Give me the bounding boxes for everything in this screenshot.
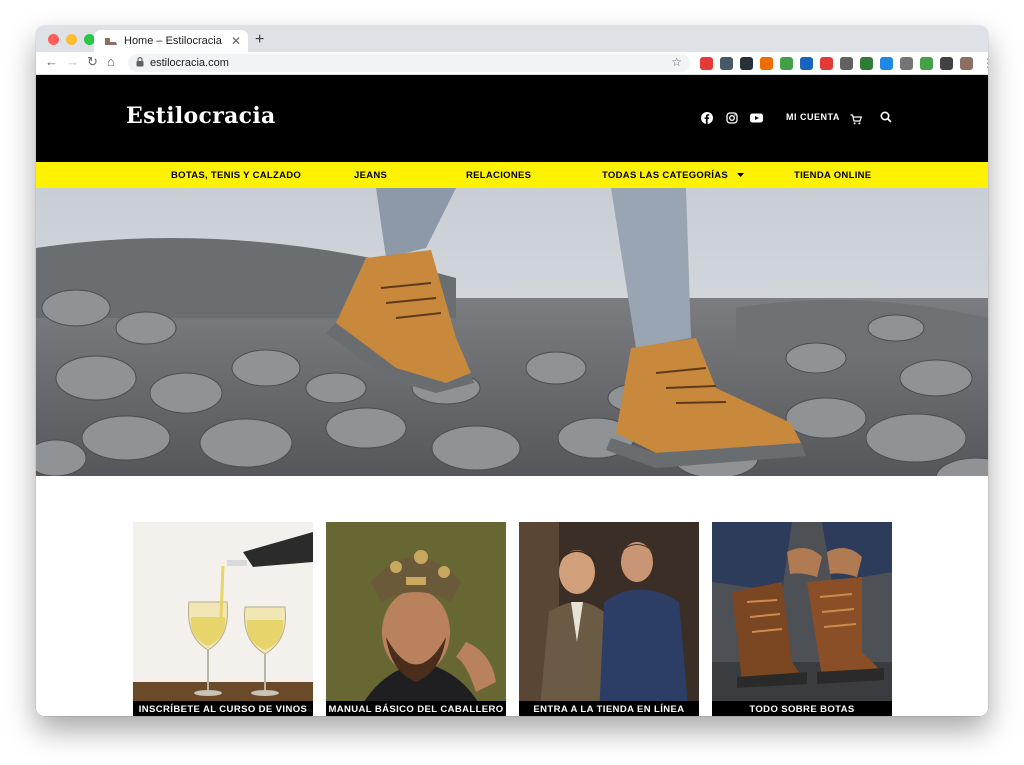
nav-item-tienda[interactable]: TIENDA ONLINE xyxy=(794,170,871,181)
lock-icon xyxy=(136,57,144,69)
site-logo[interactable]: Estilocracia xyxy=(126,103,276,129)
forward-icon[interactable]: → xyxy=(66,54,79,69)
search-icon[interactable] xyxy=(880,110,892,128)
extension-icon[interactable] xyxy=(920,56,933,70)
card-label: ENTRA A LA TIENDA EN LÍNEA xyxy=(519,701,699,716)
home-icon[interactable]: ⌂ xyxy=(107,54,115,69)
address-bar[interactable]: estilocracia.com ☆ xyxy=(128,54,690,72)
close-window-button[interactable] xyxy=(48,34,59,45)
extension-icon[interactable] xyxy=(960,56,973,70)
tailor-suit-image xyxy=(519,522,699,716)
my-account-link[interactable]: MI CUENTA xyxy=(786,112,840,122)
tab-strip: Home – Estilocracia ✕ + xyxy=(36,26,988,52)
extension-icon[interactable] xyxy=(880,56,893,70)
social-links xyxy=(700,111,763,124)
facebook-icon[interactable] xyxy=(700,111,713,124)
card-all-about-boots[interactable]: TODO SOBRE BOTAS xyxy=(712,522,892,716)
extension-icon[interactable] xyxy=(700,56,713,70)
nav-item-categorias[interactable]: TODAS LAS CATEGORÍAS xyxy=(602,170,744,181)
featured-cards: INSCRÍBETE AL CURSO DE VINOS MANUAL BÁSI… xyxy=(133,522,892,716)
card-label: TODO SOBRE BOTAS xyxy=(712,701,892,716)
extension-icon[interactable] xyxy=(860,56,873,70)
website: Estilocracia MI CUENTA BOTAS, TENIS Y CA… xyxy=(36,75,988,716)
site-header: Estilocracia MI CUENTA xyxy=(36,75,988,162)
tab-close-icon[interactable]: ✕ xyxy=(228,34,244,48)
extension-icon[interactable] xyxy=(760,56,773,70)
bearded-man-image xyxy=(326,522,506,716)
back-icon[interactable]: ← xyxy=(45,54,58,69)
lacing-boots-image xyxy=(712,522,892,716)
nav-item-relaciones[interactable]: RELACIONES xyxy=(466,170,531,181)
extension-icon[interactable] xyxy=(800,56,813,70)
extension-icon[interactable] xyxy=(940,56,953,70)
youtube-icon[interactable] xyxy=(750,111,763,124)
nav-item-botas[interactable]: BOTAS, TENIS Y CALZADO xyxy=(171,170,301,181)
instagram-icon[interactable] xyxy=(725,111,738,124)
window-controls xyxy=(48,34,95,45)
card-online-store[interactable]: ENTRA A LA TIENDA EN LÍNEA xyxy=(519,522,699,716)
nav-item-categorias-label: TODAS LAS CATEGORÍAS xyxy=(602,170,728,181)
browser-window: Home – Estilocracia ✕ + ← → ↻ ⌂ estilocr… xyxy=(36,26,988,716)
minimize-window-button[interactable] xyxy=(66,34,77,45)
cart-icon[interactable] xyxy=(850,112,863,130)
extension-icon[interactable] xyxy=(740,56,753,70)
wine-glasses-image xyxy=(133,522,313,716)
card-label: MANUAL BÁSICO DEL CABALLERO xyxy=(326,701,506,716)
tab-title: Home – Estilocracia xyxy=(124,35,222,47)
hero-image-boots-on-rocks xyxy=(36,188,988,499)
extensions-bar: ⋮ xyxy=(700,56,988,70)
card-gentleman-manual[interactable]: MANUAL BÁSICO DEL CABALLERO xyxy=(326,522,506,716)
url-text: estilocracia.com xyxy=(150,57,229,69)
extension-icon[interactable] xyxy=(780,56,793,70)
browser-menu-icon[interactable]: ⋮ xyxy=(982,56,988,70)
bookmark-star-icon[interactable]: ☆ xyxy=(671,55,682,69)
card-wine-course[interactable]: INSCRÍBETE AL CURSO DE VINOS xyxy=(133,522,313,716)
chevron-down-icon xyxy=(736,170,744,181)
reload-icon[interactable]: ↻ xyxy=(87,54,98,70)
new-tab-button[interactable]: + xyxy=(255,31,264,49)
browser-toolbar: ← → ↻ ⌂ estilocracia.com ☆ ⋮ xyxy=(36,52,988,75)
tab-home[interactable]: Home – Estilocracia ✕ xyxy=(94,30,248,52)
extension-icon[interactable] xyxy=(820,56,833,70)
boot-favicon-icon xyxy=(104,36,118,46)
main-navigation: BOTAS, TENIS Y CALZADO JEANS RELACIONES … xyxy=(36,162,988,188)
card-label: INSCRÍBETE AL CURSO DE VINOS xyxy=(133,701,313,716)
extension-icon[interactable] xyxy=(720,56,733,70)
extension-icon[interactable] xyxy=(900,56,913,70)
extension-icon[interactable] xyxy=(840,56,853,70)
nav-item-jeans[interactable]: JEANS xyxy=(354,170,387,181)
